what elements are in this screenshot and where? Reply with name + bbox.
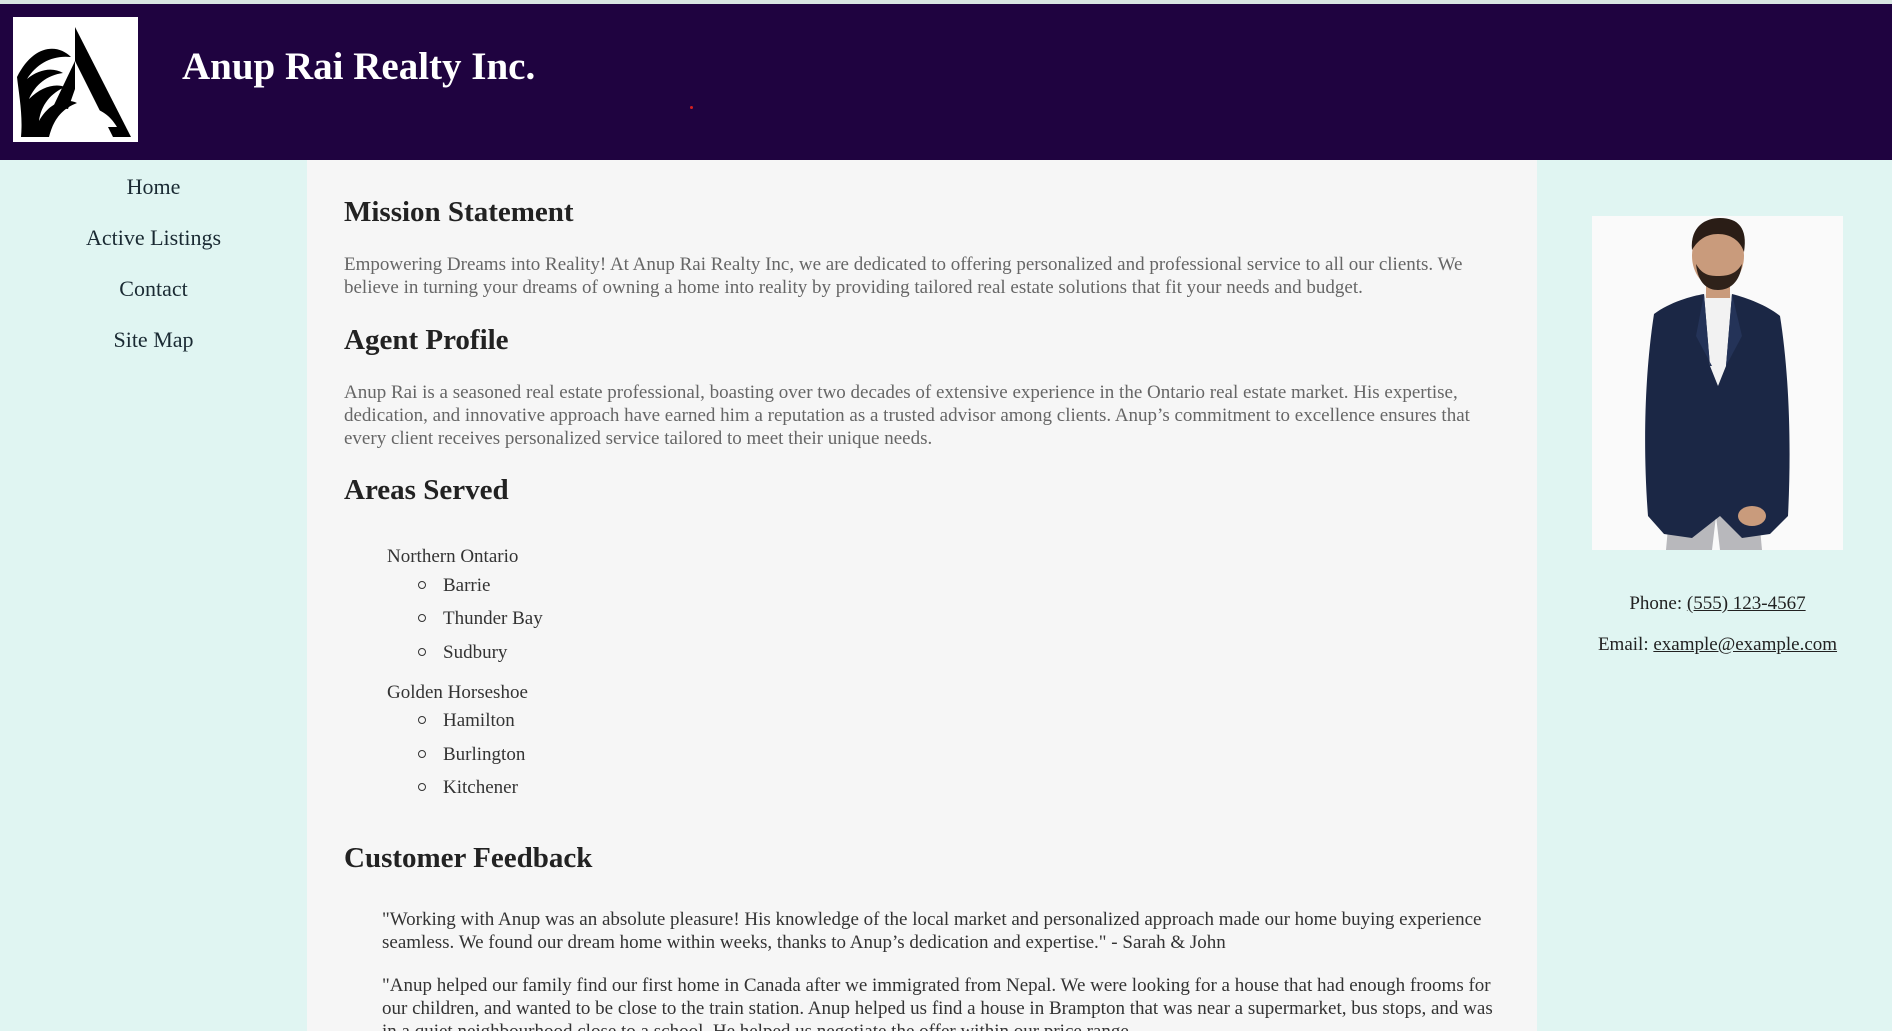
nav-item-site-map[interactable]: Site Map	[0, 329, 307, 351]
email-link[interactable]: example@example.com	[1653, 634, 1837, 655]
decorative-dot	[690, 106, 693, 109]
agent-sidebar: Phone: (555) 123-4567 Email: example@exa…	[1537, 160, 1892, 1031]
eagle-a-logo-icon	[17, 27, 131, 137]
mission-heading: Mission Statement	[344, 196, 574, 228]
mission-text: Empowering Dreams into Reality! At Anup …	[344, 254, 1463, 298]
main-content: Mission Statement Empowering Dreams into…	[307, 160, 1537, 1031]
email-line: Email: example@example.com	[1537, 635, 1892, 654]
region-northern-ontario: Northern Ontario	[387, 546, 519, 567]
list-item: Thunder Bay	[418, 609, 543, 628]
nav-item-home[interactable]: Home	[0, 176, 307, 198]
phone-line: Phone: (555) 123-4567	[1537, 594, 1892, 613]
sidebar-nav: Home Active Listings Contact Site Map	[0, 160, 307, 1031]
circle-bullet-icon	[418, 750, 426, 758]
list-item: Kitchener	[418, 778, 518, 797]
feedback-quote: "Working with Anup was an absolute pleas…	[382, 909, 1482, 953]
phone-label: Phone:	[1629, 593, 1687, 614]
agent-profile-text: Anup Rai is a seasoned real estate profe…	[344, 382, 1470, 449]
list-item: Hamilton	[418, 711, 515, 730]
logo[interactable]	[13, 17, 138, 142]
list-item: Barrie	[418, 576, 490, 595]
list-item: Burlington	[418, 745, 525, 764]
nav-item-contact[interactable]: Contact	[0, 278, 307, 300]
agent-photo	[1592, 216, 1843, 550]
areas-served-heading: Areas Served	[344, 474, 509, 506]
circle-bullet-icon	[418, 783, 426, 791]
phone-link[interactable]: (555) 123-4567	[1687, 593, 1806, 614]
feedback-quote: "Anup helped our family find our first h…	[382, 975, 1493, 1031]
list-item: Sudbury	[418, 643, 507, 662]
circle-bullet-icon	[418, 614, 426, 622]
circle-bullet-icon	[418, 716, 426, 724]
email-label: Email:	[1597, 634, 1654, 655]
customer-feedback-heading: Customer Feedback	[344, 842, 593, 874]
nav-item-active-listings[interactable]: Active Listings	[0, 227, 307, 249]
region-golden-horseshoe: Golden Horseshoe	[387, 682, 528, 703]
agent-photo-icon	[1592, 216, 1843, 550]
circle-bullet-icon	[418, 581, 426, 589]
site-header: Anup Rai Realty Inc.	[0, 4, 1892, 160]
circle-bullet-icon	[418, 648, 426, 656]
agent-profile-heading: Agent Profile	[344, 324, 509, 356]
site-title: Anup Rai Realty Inc.	[182, 45, 536, 88]
